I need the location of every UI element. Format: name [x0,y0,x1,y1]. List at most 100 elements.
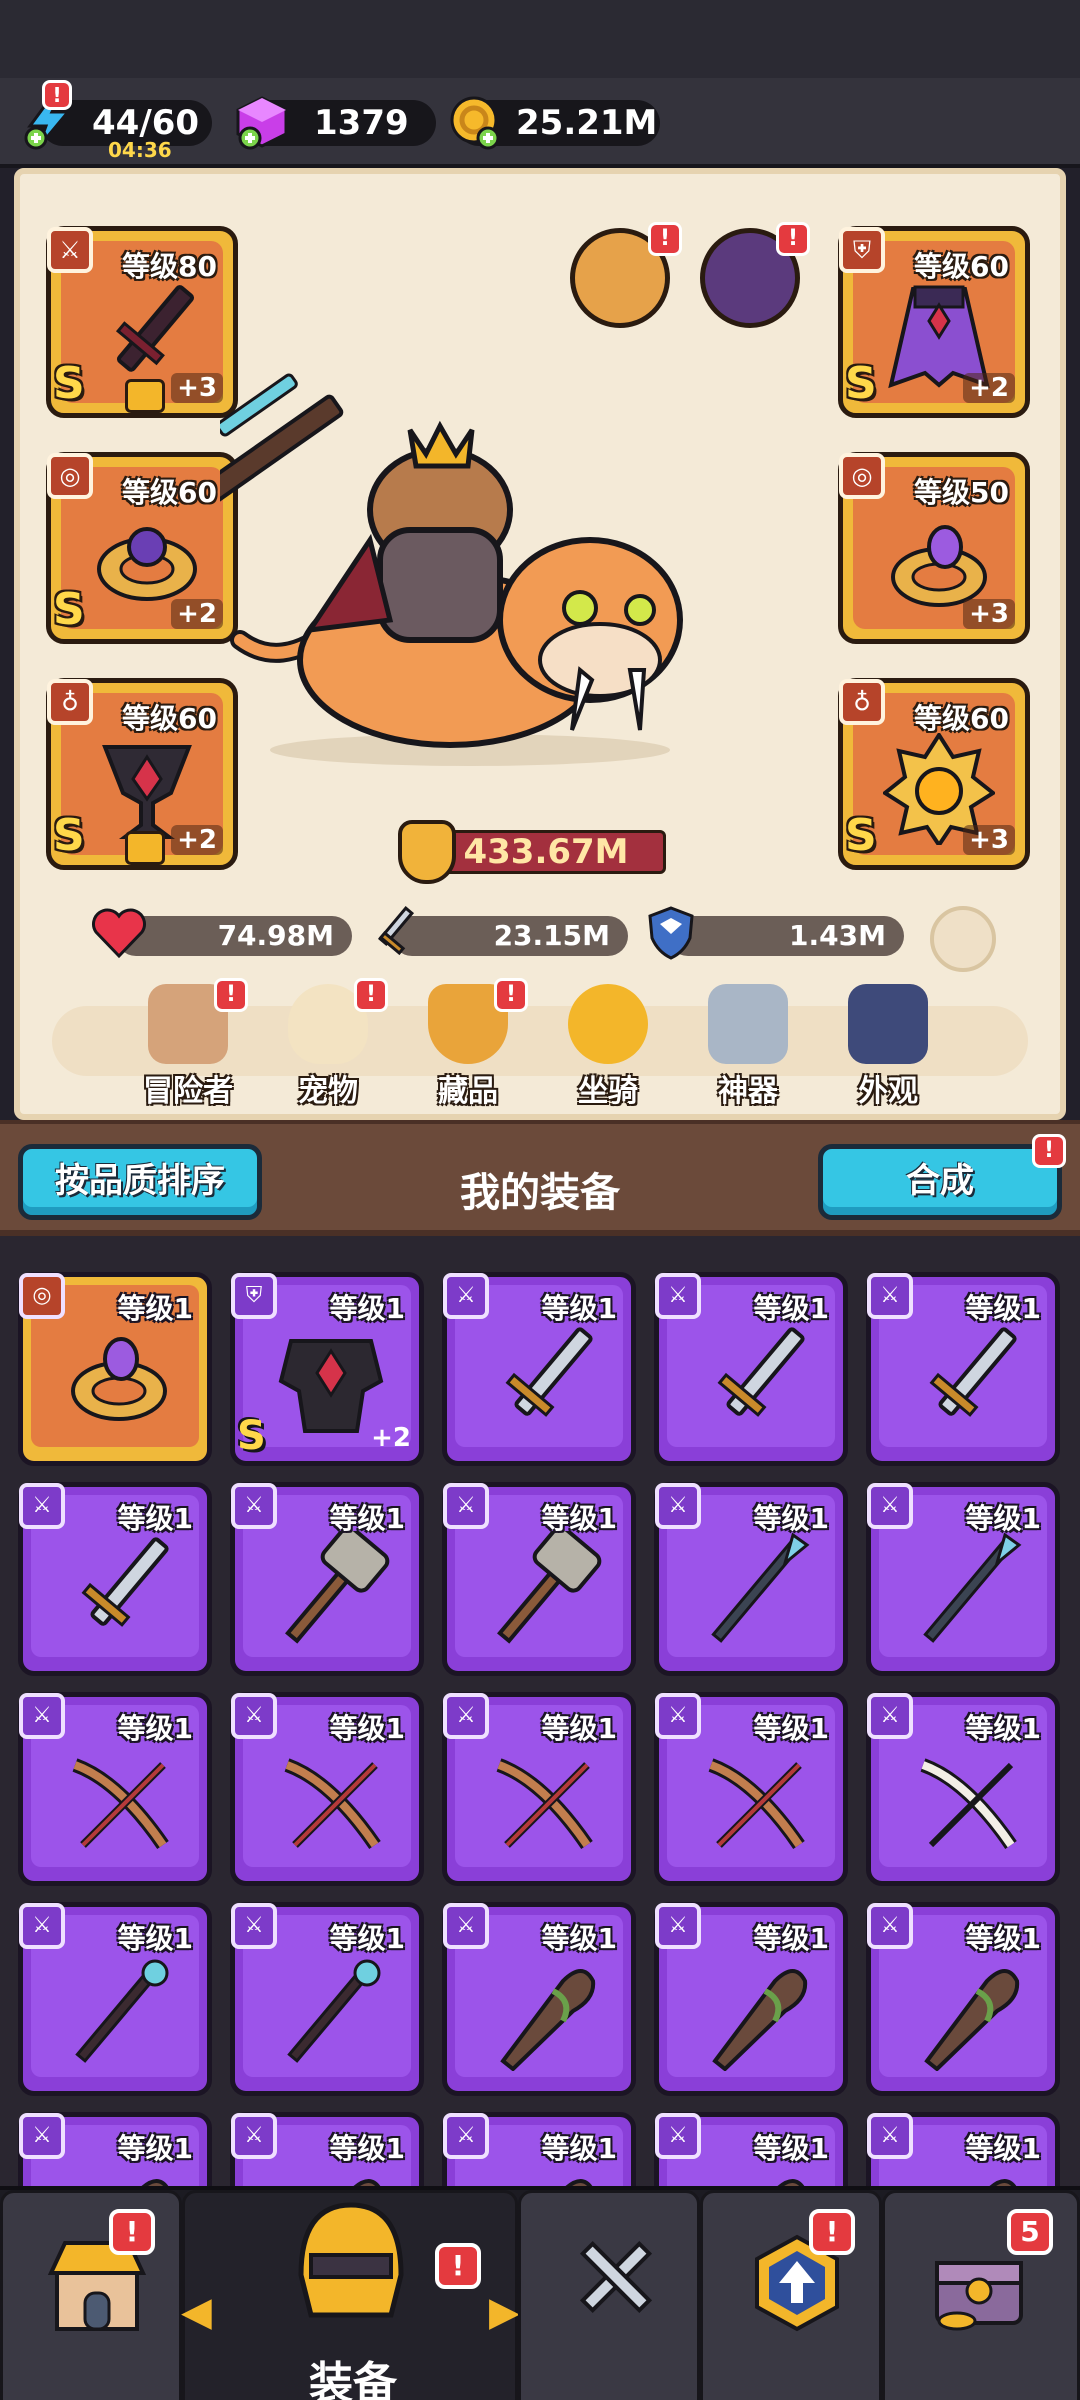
slot-level: 等级60 [914,250,1009,283]
inventory-item[interactable]: ⚔ 等级1 [442,1902,636,2096]
upgrade-level: +3 [171,373,223,403]
bow-icon [59,1741,179,1861]
combine-button[interactable]: 合成 [818,1144,1062,1220]
shop-alert-badge: ! [109,2209,155,2255]
chevron-left-icon[interactable]: ◀ [181,2289,212,2335]
collection-alert-badge: ! [494,978,528,1012]
inventory-item[interactable]: ⚔ 等级1 [18,1482,212,1676]
inventory-item[interactable]: ⚔ 等级1 [18,2112,212,2186]
inventory-item[interactable]: ⚔ 等级1 [866,2112,1060,2186]
inventory-item[interactable]: ⛨ 等级1 S +2 [230,1272,424,1466]
tab-label: 坐骑 [578,1074,638,1109]
equip-slot-necklace[interactable]: ♁ 等级60 S +2 [46,678,238,870]
nav-shop[interactable]: ! [0,2190,182,2400]
tab-artifact[interactable]: 神器 [688,984,808,1109]
attack-value: 23.15M [493,919,610,952]
grade-label: S [53,810,85,861]
upgrade-level: +2 [963,373,1015,403]
item-type-badge-icon: ⚔ [19,1903,65,1949]
inventory-item[interactable]: ⚔ 等级1 [866,1482,1060,1676]
spear-icon [907,1531,1027,1651]
gems-pill[interactable]: 1379 [236,96,436,150]
inventory-item[interactable]: ⚔ 等级1 [18,1692,212,1886]
inventory-item[interactable]: ⚔ 等级1 [442,2112,636,2186]
bow-icon [483,1741,603,1861]
tab-pet[interactable]: ! 宠物 [268,978,388,1109]
inventory-item[interactable]: ⚔ 等级1 [230,2112,424,2186]
treasure-count-badge: 5 [1007,2209,1053,2255]
necklace-type-icon: ♁ [839,679,885,725]
item-level: 等级1 [753,1502,829,1535]
inventory-item[interactable]: ⚔ 等级1 [654,1902,848,2096]
bow-icon [271,1741,391,1861]
hero-character [198,370,720,770]
slot-level: 等级60 [914,702,1009,735]
equip-slot-ring[interactable]: ◎ 等级60 S +2 [46,452,238,644]
item-type-badge-icon: ⛨ [231,1273,277,1319]
item-type-badge-icon: ⚔ [867,1903,913,1949]
item-type-badge-icon: ⚔ [231,1693,277,1739]
bone-bow-icon [907,1741,1027,1861]
equip-slot-amulet[interactable]: ♁ 等级60 S +3 [838,678,1030,870]
nav-battle[interactable] [518,2190,700,2400]
nav-upgrade[interactable]: ! [700,2190,882,2400]
equip-slot-armor[interactable]: ⛨ 等级60 S +2 [838,226,1030,418]
equip-slot-weapon[interactable]: ⚔ 等级80 S +3 [46,226,238,418]
knight-alert-badge: ! [648,222,682,256]
inventory-item[interactable]: ⚔ 等级1 [866,1692,1060,1886]
inventory-item[interactable]: ⚔ 等级1 [442,1482,636,1676]
inventory-item[interactable]: ⚔ 等级1 [654,1482,848,1676]
inventory-item[interactable]: ◎ 等级1 [18,1272,212,1466]
tab-adventurer[interactable]: ! 冒险者 [128,978,248,1109]
item-level: 等级1 [541,2132,617,2165]
inventory-item[interactable]: ⚔ 等级1 [442,1272,636,1466]
sword-shield-icon [398,820,456,884]
tab-label: 外观 [858,1074,918,1109]
grade-label: S [237,1413,266,1459]
inventory-item[interactable]: ⚔ 等级1 [442,1692,636,1886]
energy-alert-badge: ! [42,80,72,110]
sword-icon [907,1321,1027,1441]
combine-alert-badge: ! [1032,1134,1066,1168]
tab-collection[interactable]: ! 藏品 [408,978,528,1109]
inventory-item[interactable]: ⚔ 等级1 [230,1902,424,2096]
hammer-icon [708,984,788,1064]
slot-level: 等级60 [122,702,217,735]
power-value: 433.67M [426,830,666,874]
spear-icon [695,1531,815,1651]
inventory-item[interactable]: ⚔ 等级1 [230,1482,424,1676]
upgrade-alert-badge: ! [809,2209,855,2255]
sword-icon [366,904,424,962]
nav-equipment[interactable]: ! ◀ ▶ 装备 [181,2190,520,2400]
equip-slot-ring2[interactable]: ◎ 等级50 +3 [838,452,1030,644]
inventory-item[interactable]: ⚔ 等级1 [18,1902,212,2096]
hp-value: 74.98M [217,919,334,952]
attack-stat: 23.15M [377,905,628,956]
nav-treasure[interactable]: 5 [882,2190,1080,2400]
tab-label: 藏品 [438,1074,498,1109]
item-level: 等级1 [541,1292,617,1325]
inventory-item[interactable]: ⚔ 等级1 [654,1272,848,1466]
inventory-item[interactable]: ⚔ 等级1 [654,2112,848,2186]
inventory-item[interactable]: ⚔ 等级1 [230,1692,424,1886]
grade-label: S [53,584,85,635]
tab-appearance[interactable]: 外观 [828,984,948,1109]
upgrade-level: +3 [963,599,1015,629]
hp-stat: 74.98M [91,908,352,959]
inventory-item[interactable]: ⚔ 等级1 [866,1902,1060,2096]
inventory-item[interactable]: ⚔ 等级1 [654,1692,848,1886]
currency-bar: 44/60 ! 04:36 1379 25.21M [0,78,1080,168]
tab-mount[interactable]: 坐骑 [548,984,668,1109]
item-level: 等级1 [753,2132,829,2165]
sword-icon [483,1321,603,1441]
item-type-badge-icon: ⚔ [443,1483,489,1529]
defense-value: 1.43M [789,919,886,952]
status-bar [0,0,1080,78]
stats-detail-icon[interactable] [930,906,996,972]
gold-pill[interactable]: 25.21M [450,96,660,150]
item-level: 等级1 [965,1712,1041,1745]
energy-timer: 04:36 [108,138,172,162]
inventory-item[interactable]: ⚔ 等级1 [866,1272,1060,1466]
chevron-right-icon[interactable]: ▶ [489,2289,520,2335]
item-level: 等级1 [329,1502,405,1535]
